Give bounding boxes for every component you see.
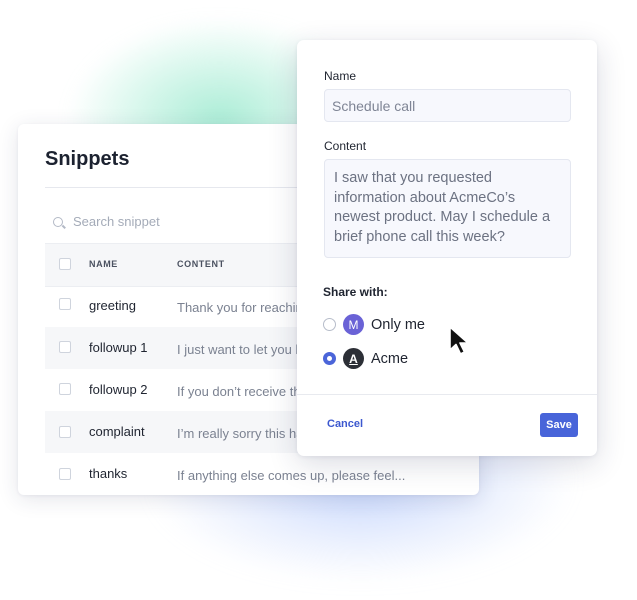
- save-button[interactable]: Save: [540, 413, 578, 437]
- snippet-name: greeting: [89, 298, 136, 313]
- radio-button[interactable]: [323, 318, 336, 331]
- row-checkbox[interactable]: [59, 383, 71, 395]
- share-option-label: Acme: [371, 350, 409, 367]
- search-icon: [53, 216, 63, 227]
- table-row[interactable]: thanks If anything else comes up, please…: [45, 453, 479, 495]
- name-field[interactable]: [324, 89, 571, 122]
- avatar: M: [343, 314, 364, 335]
- radio-button-selected[interactable]: [323, 352, 336, 365]
- cancel-button[interactable]: Cancel: [327, 418, 363, 430]
- snippet-name: followup 1: [89, 340, 148, 355]
- share-with-label: Share with:: [323, 285, 388, 299]
- search-input[interactable]: [73, 214, 293, 229]
- avatar: A: [343, 348, 364, 369]
- share-option-label: Only me: [371, 316, 425, 333]
- content-label: Content: [324, 139, 367, 153]
- row-checkbox[interactable]: [59, 426, 71, 438]
- search-bar: [53, 214, 293, 229]
- name-label: Name: [324, 69, 357, 83]
- row-checkbox[interactable]: [59, 298, 71, 310]
- share-option-acme[interactable]: A Acme: [323, 348, 408, 369]
- edit-snippet-modal: Name Content I saw that you requested in…: [297, 40, 597, 456]
- row-checkbox[interactable]: [59, 341, 71, 353]
- row-checkbox[interactable]: [59, 468, 71, 480]
- snippet-name: followup 2: [89, 382, 148, 397]
- mouse-pointer-icon: [449, 326, 469, 355]
- snippet-content: If anything else comes up, please feel..…: [177, 468, 406, 483]
- snippet-name: thanks: [89, 466, 128, 481]
- column-header-content: CONTENT: [177, 259, 225, 269]
- snippets-title: Snippets: [45, 148, 130, 170]
- share-option-only-me[interactable]: M Only me: [323, 314, 425, 335]
- content-field[interactable]: I saw that you requested information abo…: [324, 159, 571, 258]
- column-header-name: NAME: [89, 259, 118, 269]
- divider: [297, 394, 597, 395]
- select-all-checkbox[interactable]: [59, 258, 71, 270]
- snippet-name: complaint: [89, 424, 145, 439]
